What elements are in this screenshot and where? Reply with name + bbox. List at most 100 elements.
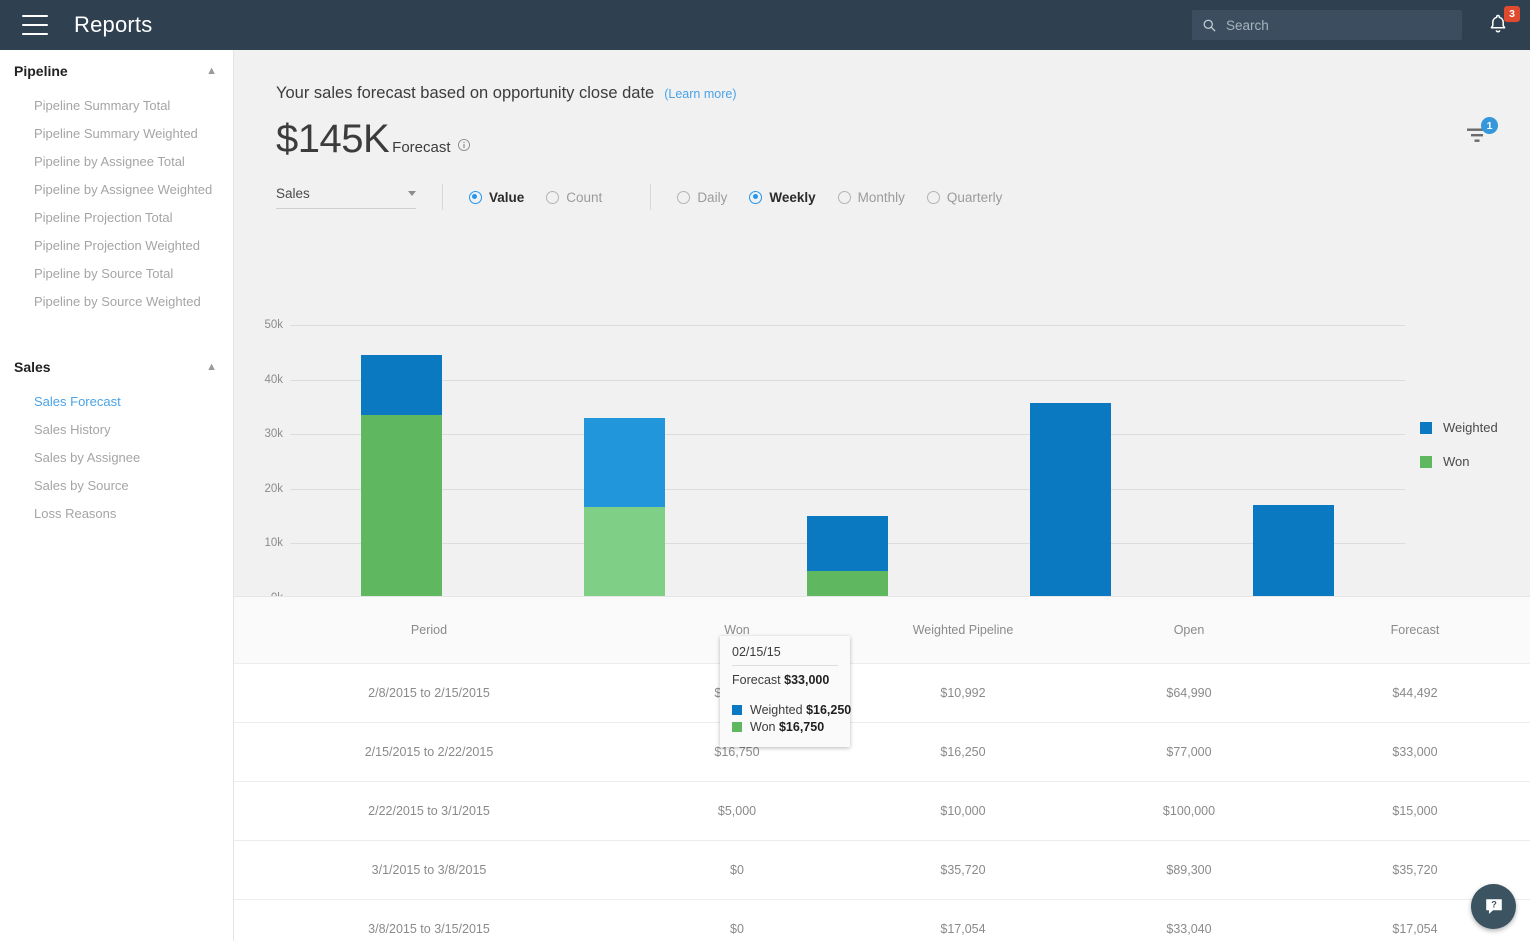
- sidebar-item-sales-history[interactable]: Sales History: [0, 416, 233, 444]
- cell-forecast: $15,000: [1392, 804, 1438, 818]
- sidebar-item-sales-by-assignee[interactable]: Sales by Assignee: [0, 444, 233, 472]
- legend-label: Weighted: [1443, 420, 1498, 435]
- cell-weighted-pipeline: $35,720: [940, 863, 986, 877]
- menu-icon[interactable]: [22, 15, 48, 35]
- chart-bar[interactable]: [1253, 504, 1334, 598]
- chart-bar[interactable]: [361, 355, 442, 598]
- chart-bar[interactable]: [807, 516, 888, 598]
- tooltip-value: $16,750: [778, 720, 825, 734]
- bar-segment-weighted: [1253, 504, 1334, 598]
- filter-button[interactable]: 1: [1466, 117, 1498, 149]
- radio-value[interactable]: Value: [469, 190, 524, 205]
- tooltip-row-won: Won $16,750: [732, 720, 838, 734]
- tooltip-row-weighted: Weighted $16,250: [732, 703, 851, 717]
- tooltip-swatch-won: [732, 722, 742, 732]
- chevron-down-icon: [408, 190, 416, 196]
- sidebar-group-sales[interactable]: Sales ▲: [0, 346, 233, 388]
- entity-select-value: Sales: [276, 185, 310, 201]
- sidebar-group-pipeline[interactable]: Pipeline ▲: [0, 50, 233, 92]
- sidebar-item-pipeline-by-assignee-weighted[interactable]: Pipeline by Assignee Weighted: [0, 176, 233, 204]
- sidebar-item-pipeline-projection-total[interactable]: Pipeline Projection Total: [0, 204, 233, 232]
- radio-icon: [837, 190, 851, 204]
- cell-forecast: $44,492: [1392, 686, 1438, 700]
- svg-text:?: ?: [1491, 899, 1497, 909]
- tooltip-forecast-value: $33,000: [784, 673, 830, 687]
- entity-select[interactable]: Sales: [276, 186, 416, 209]
- radio-label: Weekly: [769, 189, 816, 205]
- cell-weighted-pipeline: $16,250: [940, 745, 986, 759]
- column-header-period: Period: [410, 623, 448, 637]
- forecast-bar-chart: 0k10k20k30k40k50k02/08/1502/15/1502/22/1…: [234, 305, 1530, 747]
- cell-weighted-pipeline: $10,000: [940, 804, 986, 818]
- sidebar-item-pipeline-by-assignee-total[interactable]: Pipeline by Assignee Total: [0, 148, 233, 176]
- tooltip-label: Won: [750, 720, 776, 734]
- table-header-row: Period Won Weighted Pipeline Open Foreca…: [234, 596, 1530, 664]
- chart-plot-area[interactable]: 0k10k20k30k40k50k02/08/1502/15/1502/22/1…: [264, 319, 1405, 631]
- radio-weekly[interactable]: Weekly: [749, 189, 816, 205]
- legend-item-weighted[interactable]: Weighted: [1420, 420, 1498, 435]
- cell-period: 2/8/2015 to 2/15/2015: [368, 686, 490, 700]
- radio-quarterly[interactable]: Quarterly: [926, 190, 1002, 205]
- cell-forecast: $33,000: [1392, 745, 1438, 759]
- y-axis-tick-label: 40k: [264, 373, 283, 386]
- sidebar-group-label: Pipeline: [14, 63, 68, 79]
- bar-segment-weighted: [584, 417, 665, 507]
- radio-icon: [926, 190, 940, 204]
- table-row[interactable]: 2/22/2015 to 3/1/2015 $5,000 $10,000 $100,0…: [234, 782, 1530, 841]
- controls-divider: [442, 184, 443, 210]
- period-radio-group: Daily Weekly Monthly Quarterly: [677, 190, 1024, 205]
- forecast-header: Your sales forecast based on opportunity…: [234, 50, 1530, 103]
- table-row[interactable]: 2/15/2015 to 2/22/2015 $16,750 $16,250 $77,…: [234, 723, 1530, 782]
- y-axis-tick-label: 10k: [264, 537, 283, 550]
- sidebar-item-pipeline-summary-weighted[interactable]: Pipeline Summary Weighted: [0, 120, 233, 148]
- sidebar-item-pipeline-by-source-weighted[interactable]: Pipeline by Source Weighted: [0, 288, 233, 316]
- legend-item-won[interactable]: Won: [1420, 454, 1498, 469]
- sidebar-item-pipeline-summary-total[interactable]: Pipeline Summary Total: [0, 92, 233, 120]
- forecast-amount: $145K: [276, 117, 390, 161]
- search-icon: [1203, 19, 1216, 32]
- radio-monthly[interactable]: Monthly: [837, 189, 905, 205]
- sidebar-item-sales-by-source[interactable]: Sales by Source: [0, 472, 233, 500]
- radio-label: Daily: [697, 189, 728, 205]
- cell-period: 2/22/2015 to 3/1/2015: [368, 804, 490, 818]
- top-app-bar: Reports 3: [0, 0, 1530, 50]
- page-title: Reports: [74, 12, 153, 37]
- help-button[interactable]: ?: [1471, 884, 1516, 929]
- search-box[interactable]: [1192, 10, 1462, 40]
- forecast-subtitle: Your sales forecast based on opportunity…: [276, 84, 655, 102]
- cell-period: 2/15/2015 to 2/22/2015: [364, 745, 494, 759]
- table-row[interactable]: 2/8/2015 to 2/15/2015$33,500$10,992$64,9…: [234, 664, 1530, 723]
- bar-segment-weighted: [807, 516, 888, 571]
- chart-bar[interactable]: [584, 417, 665, 598]
- cell-open: $89,300: [1166, 863, 1212, 877]
- chart-bar[interactable]: [1030, 402, 1111, 598]
- table-row[interactable]: 3/1/2015 to 3/8/2015 $0 $35,720 $89,300 $35,…: [234, 841, 1530, 900]
- bar-segment-weighted: [1030, 402, 1111, 598]
- learn-more-link[interactable]: (Learn more): [664, 87, 736, 101]
- forecast-chart-panel: Your sales forecast based on opportunity…: [234, 50, 1530, 747]
- sidebar: Pipeline ▲ Pipeline Summary Total Pipeli…: [0, 50, 234, 941]
- chart-controls: Sales Value Count Daily Weekly Monthly Q…: [234, 162, 1530, 210]
- table-row[interactable]: 3/8/2015 to 3/15/2015 $0 $17,054 $33,040 $17…: [234, 900, 1530, 941]
- legend-swatch: [1420, 455, 1432, 468]
- radio-daily[interactable]: Daily: [677, 190, 727, 205]
- cell-won: $5,000: [717, 804, 757, 818]
- notification-badge: 3: [1504, 6, 1520, 22]
- chart-legend: Weighted Won: [1420, 420, 1498, 488]
- info-icon[interactable]: [457, 138, 471, 152]
- y-axis-tick-label: 50k: [264, 319, 283, 331]
- chart-gridline: [290, 488, 1405, 490]
- cell-open: $100,000: [1162, 804, 1216, 818]
- topbar-actions: 3: [1192, 6, 1530, 40]
- sidebar-item-sales-forecast[interactable]: Sales Forecast: [0, 388, 233, 416]
- radio-label: Monthly: [857, 189, 905, 205]
- radio-count[interactable]: Count: [546, 190, 602, 205]
- forecast-kpi: $145K Forecast: [234, 103, 1530, 162]
- notifications-button[interactable]: 3: [1486, 6, 1520, 38]
- cell-period: 3/8/2015 to 3/15/2015: [368, 922, 490, 936]
- sidebar-item-pipeline-projection-weighted[interactable]: Pipeline Projection Weighted: [0, 232, 233, 260]
- sidebar-item-loss-reasons[interactable]: Loss Reasons: [0, 500, 233, 528]
- chevron-up-icon: ▲: [206, 360, 217, 373]
- sidebar-item-pipeline-by-source-total[interactable]: Pipeline by Source Total: [0, 260, 233, 288]
- search-input[interactable]: [1226, 17, 1436, 33]
